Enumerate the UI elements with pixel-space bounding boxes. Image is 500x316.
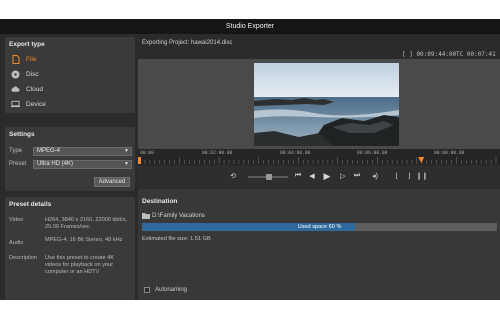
- used-space-text: Used space 60 %: [297, 224, 342, 230]
- tick-label: 00:02:00.00: [202, 151, 233, 156]
- tick-label: 00:08:00.00: [434, 151, 465, 156]
- description-label: Description: [9, 255, 37, 261]
- shuttle-handle[interactable]: [266, 174, 272, 180]
- export-type-panel: Export type File Disc Cloud Device: [5, 37, 135, 113]
- play-icon[interactable]: ▶: [322, 171, 332, 181]
- audio-value: MPEG-4, 16 Bit Stereo, 48 kHz: [45, 237, 123, 243]
- export-type-cloud[interactable]: Cloud: [11, 83, 129, 95]
- step-forward-icon[interactable]: ▷: [338, 171, 348, 181]
- folder-icon[interactable]: [142, 212, 150, 221]
- export-type-device[interactable]: Device: [11, 98, 129, 110]
- project-name: Exporting Project: hawai2014.disc: [142, 40, 233, 46]
- preset-select[interactable]: Ultra HD (4K) ▼: [33, 160, 132, 169]
- destination-path[interactable]: D:\Family Vacations: [152, 213, 205, 219]
- export-type-cloud-label: Cloud: [26, 85, 43, 93]
- video-preview[interactable]: [254, 63, 399, 146]
- video-value: H264, 3840 x 2160, 22000 kbit/s, 25.00 F…: [45, 217, 128, 230]
- autonaming-label: Autonaming: [155, 287, 188, 293]
- export-type-disc-label: Disc: [26, 70, 39, 78]
- main-area: Exporting Project: hawai2014.disc [ ] 00…: [138, 37, 500, 300]
- clip-marker-icon[interactable]: ❙❙: [416, 171, 428, 181]
- destination-panel: Destination D:\Family Vacations Used spa…: [138, 189, 500, 300]
- chevron-down-icon: ▼: [124, 148, 129, 154]
- estimated-file-size: Estimated file size: 1.51 GB: [142, 236, 211, 242]
- preset-label: Preset: [9, 161, 27, 167]
- tick-label: 00:04:00.00: [280, 151, 311, 156]
- go-to-start-icon[interactable]: ⏮: [293, 171, 303, 181]
- loop-icon[interactable]: ⟲: [228, 171, 238, 181]
- export-type-device-label: Device: [26, 100, 46, 108]
- preset-details-panel: Preset details Video H264, 3840 x 2160, …: [5, 197, 135, 300]
- studio-exporter-window: Studio Exporter Export type File Disc Cl…: [0, 19, 500, 300]
- export-type-file-label: File: [26, 55, 37, 63]
- chevron-down-icon: ▼: [124, 161, 129, 167]
- cloud-icon: [11, 85, 20, 94]
- tick-label: 00:00: [140, 151, 154, 156]
- settings-title: Settings: [9, 131, 35, 138]
- export-type-title: Export type: [9, 41, 45, 48]
- type-label: Type: [9, 148, 23, 154]
- transport-controls: ⟲ ⏮ ◀ ▶ ▷ ⏭ ◂) ⌊ ⌋ ❙❙: [138, 165, 500, 189]
- in-marker: [138, 157, 141, 164]
- used-space-bar: Used space 60 %: [142, 223, 497, 231]
- audio-label: Audio: [9, 240, 24, 246]
- project-bar: Exporting Project: hawai2014.disc: [138, 37, 500, 49]
- volume-icon[interactable]: ◂): [370, 171, 380, 181]
- step-back-icon[interactable]: ◀: [307, 171, 317, 181]
- mark-out-icon[interactable]: ⌋: [404, 171, 414, 181]
- export-type-file[interactable]: File: [11, 53, 129, 65]
- advanced-button[interactable]: Advanced: [94, 177, 130, 187]
- preview-area: [138, 59, 500, 149]
- current-timecode: TC 00:07:41: [456, 51, 496, 58]
- export-type-disc[interactable]: Disc: [11, 68, 129, 80]
- tick-label: 00:06:00.00: [357, 151, 388, 156]
- autonaming-checkbox[interactable]: [144, 287, 150, 293]
- settings-panel: Settings Type MPEG-4 ▼ Preset Ultra HD (…: [5, 127, 135, 191]
- destination-title: Destination: [142, 198, 178, 205]
- disc-icon: [11, 70, 20, 79]
- description-value: Use this preset to create 4K videos for …: [45, 255, 115, 275]
- preset-details-title: Preset details: [9, 201, 52, 208]
- file-icon: [11, 54, 20, 64]
- preset-select-value: Ultra HD (4K): [37, 161, 74, 167]
- go-to-end-icon[interactable]: ⏭: [352, 171, 362, 181]
- window-title: Studio Exporter: [0, 19, 500, 34]
- video-label: Video: [9, 217, 24, 223]
- in-out-timecode: [ ] 00:09:44:00: [402, 51, 457, 58]
- device-icon: [11, 100, 20, 109]
- mark-in-icon[interactable]: ⌊: [392, 171, 402, 181]
- timecode-bar: [ ] 00:09:44:00 TC 00:07:41: [138, 49, 500, 59]
- type-select[interactable]: MPEG-4 ▼: [33, 147, 132, 156]
- timeline-ruler[interactable]: 00:00 00:02:00.00 00:04:00.00 00:06:00.0…: [138, 149, 500, 165]
- video-frame-image: [254, 63, 399, 146]
- type-select-value: MPEG-4: [37, 148, 61, 154]
- playhead-marker: [418, 157, 425, 163]
- autonaming-option[interactable]: Autonaming: [144, 287, 187, 293]
